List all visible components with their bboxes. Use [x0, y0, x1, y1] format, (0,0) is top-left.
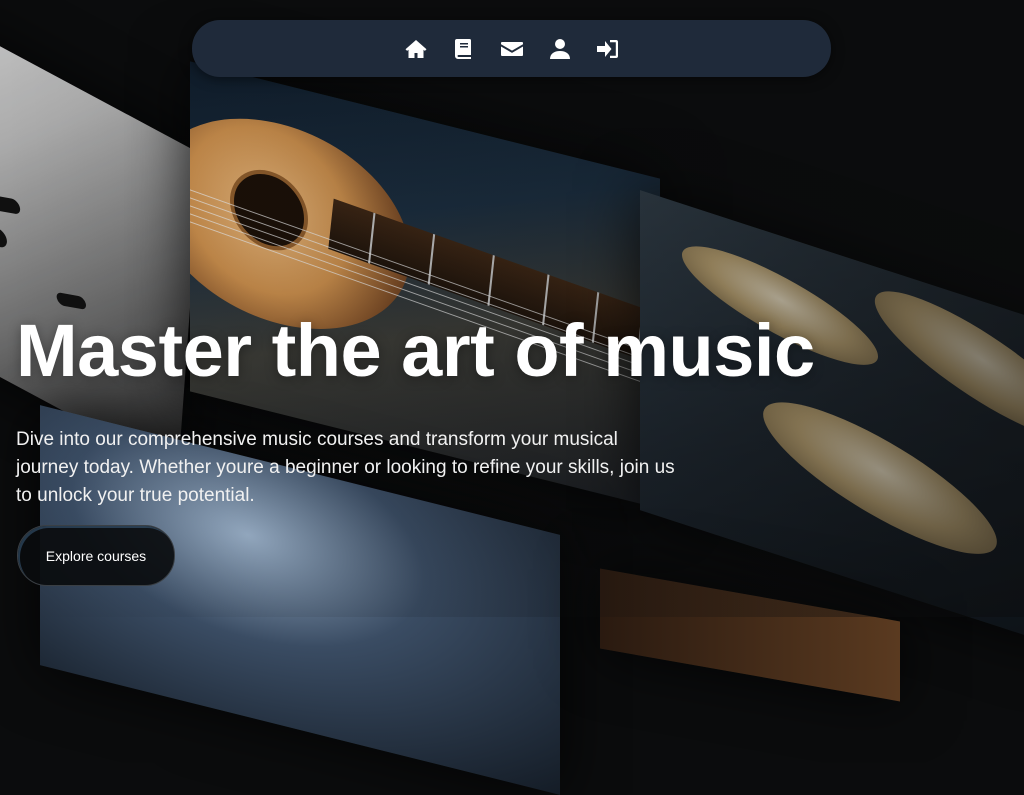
user-icon[interactable]: [548, 37, 572, 61]
top-navigation: [192, 20, 831, 77]
instrument-image: [600, 568, 900, 702]
explore-courses-button[interactable]: Explore courses: [17, 525, 175, 586]
home-icon[interactable]: [404, 37, 428, 61]
hero-description: Dive into our comprehensive music course…: [16, 429, 675, 506]
hero-title: Master the art of music: [16, 309, 815, 392]
sign-in-icon[interactable]: [596, 37, 620, 61]
book-icon[interactable]: [452, 37, 476, 61]
drums-image: [640, 190, 1024, 650]
piano-image: [0, 0, 202, 473]
envelope-icon[interactable]: [500, 37, 524, 61]
